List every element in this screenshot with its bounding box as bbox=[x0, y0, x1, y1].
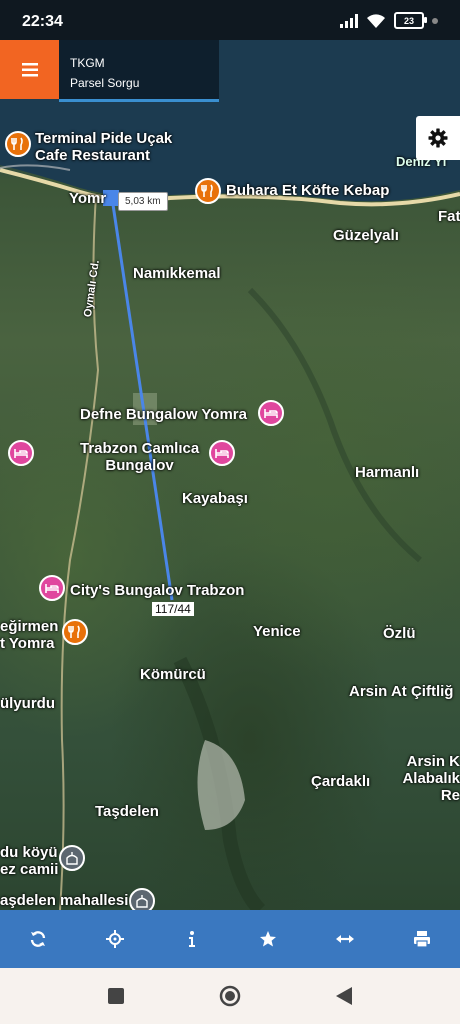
map-label-terminal: Terminal Pide Uçak Cafe Restaurant bbox=[35, 130, 173, 164]
bed-icon bbox=[14, 449, 28, 458]
map-label-guzelyali: Güzelyalı bbox=[333, 227, 399, 244]
map-label-degirmen: eğirmen t Yomra bbox=[0, 618, 59, 652]
map-label-camlica: Trabzon Camlıca Bungalov bbox=[80, 440, 200, 474]
mosque-marker-dukoyu[interactable] bbox=[59, 845, 85, 871]
measure-button[interactable] bbox=[325, 919, 365, 959]
restaurant-marker-buhara[interactable] bbox=[195, 178, 221, 204]
hotel-marker-citys[interactable] bbox=[39, 575, 65, 601]
map-label-yomra: Yomr bbox=[69, 190, 107, 207]
battery-level: 23 bbox=[403, 15, 414, 26]
mosque-marker-tasdelen[interactable] bbox=[129, 888, 155, 910]
map-label-ulyurdu: ülyurdu bbox=[0, 695, 55, 712]
bottom-toolbar bbox=[0, 910, 460, 968]
map-label-tasdelen: Taşdelen bbox=[95, 803, 159, 820]
info-button[interactable] bbox=[172, 919, 212, 959]
locate-button[interactable] bbox=[95, 919, 135, 959]
map-label-namikkemal: Namıkkemal bbox=[133, 265, 221, 282]
map-label-citys: City's Bungalov Trabzon bbox=[70, 582, 245, 599]
refresh-button[interactable] bbox=[18, 919, 58, 959]
map-label-kayabasi: Kayabaşı bbox=[182, 490, 248, 507]
app-title: TKGM bbox=[70, 56, 105, 70]
map-label-komurcu: Kömürcü bbox=[140, 666, 206, 683]
parcel-label[interactable]: 117/44 bbox=[152, 602, 194, 616]
map-label-defne: Defne Bungalow Yomra bbox=[80, 406, 247, 423]
mosque-icon bbox=[66, 852, 78, 865]
hotel-marker-camlica[interactable] bbox=[209, 440, 235, 466]
fork-knife-icon bbox=[201, 184, 213, 197]
map-label-ozlu: Özlü bbox=[383, 625, 416, 642]
bed-icon bbox=[45, 584, 59, 593]
back-button[interactable] bbox=[336, 987, 353, 1005]
restaurant-marker-degirmen[interactable] bbox=[62, 619, 88, 645]
hotel-marker-defne[interactable] bbox=[258, 400, 284, 426]
menu-button[interactable] bbox=[0, 40, 59, 99]
mosque-icon bbox=[136, 895, 148, 908]
measure-icon bbox=[335, 935, 354, 943]
restaurant-marker-terminal[interactable] bbox=[5, 131, 31, 157]
map-label-yenice: Yenice bbox=[253, 623, 301, 640]
home-button[interactable] bbox=[219, 985, 241, 1007]
bed-icon bbox=[264, 409, 278, 418]
map-label-buhara: Buhara Et Köfte Kebap bbox=[226, 182, 390, 199]
map-label-arsin-at: Arsin At Çiftliğ bbox=[349, 683, 454, 700]
app-subtitle: Parsel Sorgu bbox=[70, 76, 140, 90]
map-label-cardakli: Çardaklı bbox=[311, 773, 371, 790]
settings-button[interactable] bbox=[416, 116, 460, 160]
distance-tooltip: 5,03 km bbox=[118, 192, 168, 211]
wifi-icon bbox=[367, 13, 385, 28]
favorite-button[interactable] bbox=[248, 919, 288, 959]
map-label-arsin-alabalik: Arsin K Alabalık Re bbox=[402, 753, 460, 804]
locate-icon bbox=[105, 930, 124, 948]
refresh-icon bbox=[31, 931, 46, 947]
hotel-marker-left[interactable] bbox=[8, 440, 34, 466]
map-view[interactable]: 5,03 km 117/44 Terminal Pide Uçak Cafe R… bbox=[0, 40, 460, 910]
info-icon bbox=[188, 931, 195, 947]
status-bar: 22:34 23 bbox=[0, 0, 460, 40]
fork-knife-icon bbox=[68, 625, 80, 638]
map-label-dukoyu: du köyü ez camii bbox=[0, 844, 59, 878]
star-icon bbox=[260, 931, 277, 947]
battery-icon: 23 bbox=[394, 12, 427, 29]
map-label-tasdelen-mahallesi: aşdelen mahallesi bbox=[0, 892, 129, 909]
recent-apps-button[interactable] bbox=[107, 988, 124, 1004]
print-button[interactable] bbox=[402, 919, 442, 959]
map-label-fat: Fat bbox=[438, 208, 460, 225]
title-panel: TKGM Parsel Sorgu bbox=[59, 40, 219, 102]
bed-icon bbox=[215, 449, 229, 458]
gear-icon bbox=[428, 128, 448, 148]
measure-line bbox=[110, 197, 174, 601]
status-icons: 23 bbox=[340, 12, 438, 29]
print-icon bbox=[413, 931, 430, 948]
notification-dot-icon bbox=[432, 17, 438, 24]
app-header: TKGM Parsel Sorgu bbox=[0, 40, 460, 102]
system-nav-bar bbox=[0, 968, 460, 1024]
map-label-harmanli: Harmanlı bbox=[355, 464, 420, 481]
hamburger-icon bbox=[21, 62, 38, 76]
status-time: 22:34 bbox=[22, 13, 63, 30]
fork-knife-icon bbox=[11, 137, 23, 150]
signal-icon bbox=[340, 13, 358, 28]
